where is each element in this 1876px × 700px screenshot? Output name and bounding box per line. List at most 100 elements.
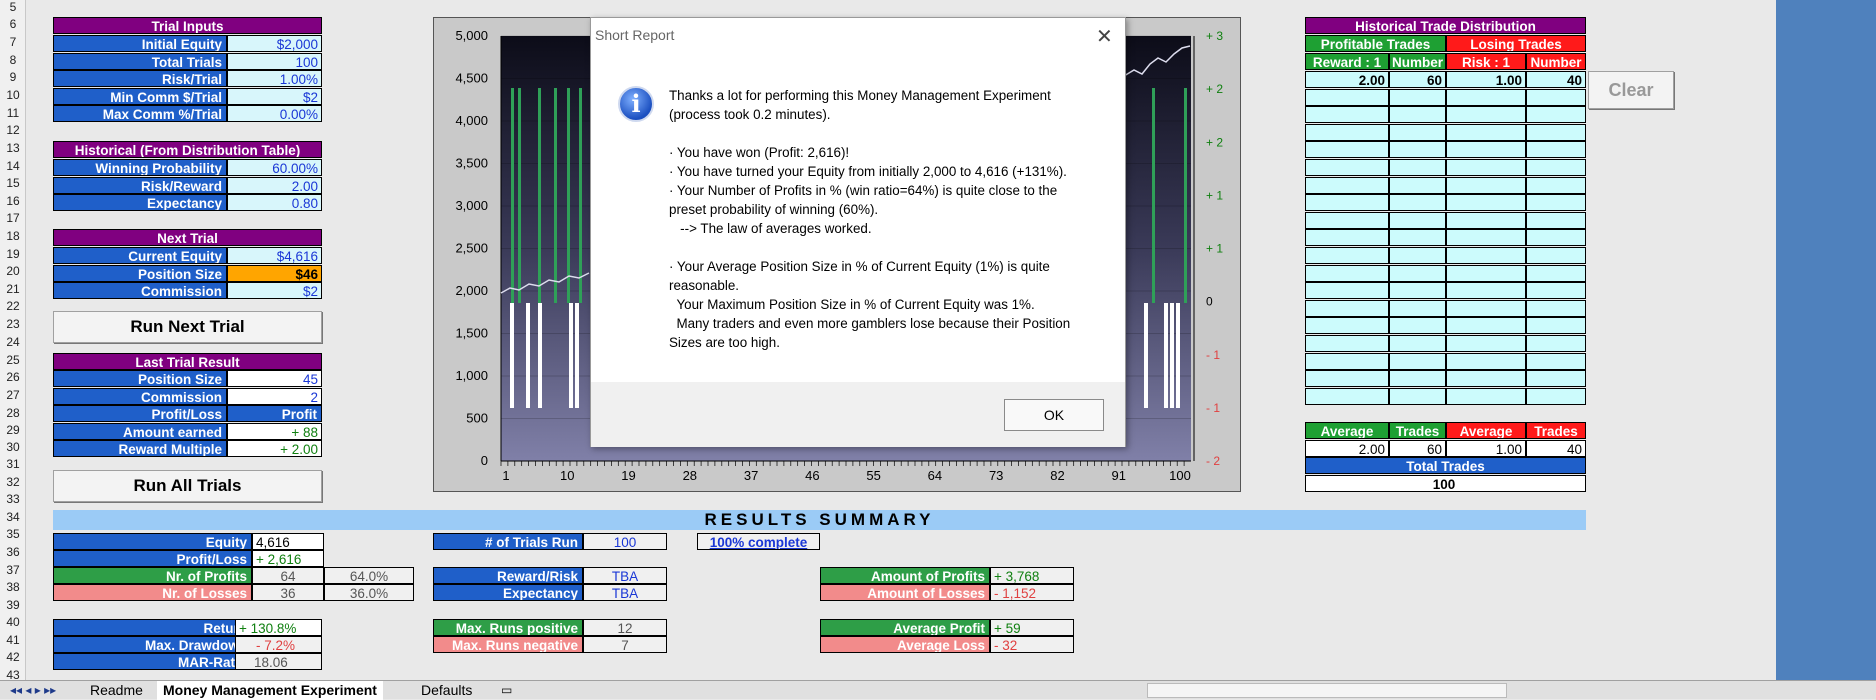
distribution-cell[interactable]: [1305, 106, 1389, 124]
distribution-cell[interactable]: [1389, 387, 1446, 405]
distribution-cell[interactable]: [1446, 387, 1526, 405]
trial-input-value[interactable]: $2: [227, 87, 322, 105]
distribution-cell[interactable]: [1389, 352, 1446, 370]
distribution-cell[interactable]: [1526, 264, 1586, 282]
distribution-cell[interactable]: [1526, 370, 1586, 388]
next-trial-value[interactable]: $2: [227, 282, 322, 300]
distribution-cell[interactable]: [1389, 141, 1446, 159]
distribution-cell[interactable]: [1389, 317, 1446, 335]
distribution-cell[interactable]: [1389, 211, 1446, 229]
distribution-cell[interactable]: [1305, 211, 1389, 229]
close-icon[interactable]: ✕: [1096, 24, 1113, 49]
historical-value[interactable]: 2.00: [227, 176, 322, 194]
distribution-cell[interactable]: [1526, 88, 1586, 106]
distribution-cell[interactable]: [1446, 176, 1526, 194]
distribution-cell[interactable]: [1526, 335, 1586, 352]
distribution-cell[interactable]: [1526, 159, 1586, 176]
historical-value[interactable]: 60.00%: [227, 159, 322, 176]
distribution-cell[interactable]: [1446, 141, 1526, 159]
distribution-cell[interactable]: [1526, 211, 1586, 229]
distribution-cell[interactable]: 40: [1526, 71, 1586, 88]
new-sheet-icon[interactable]: ▭: [495, 681, 518, 700]
distribution-cell[interactable]: [1526, 141, 1586, 159]
distribution-cell[interactable]: [1389, 264, 1446, 282]
distribution-cell[interactable]: [1305, 141, 1389, 159]
distribution-cell[interactable]: [1526, 387, 1586, 405]
distribution-cell[interactable]: [1305, 352, 1389, 370]
distribution-cell[interactable]: [1446, 299, 1526, 317]
tab-nav-arrows-icon[interactable]: ◂◂ ◂ ▸ ▸▸: [4, 681, 62, 700]
distribution-cell[interactable]: [1389, 176, 1446, 194]
distribution-cell[interactable]: [1446, 229, 1526, 247]
distribution-cell[interactable]: 60: [1389, 71, 1446, 88]
distribution-cell[interactable]: [1526, 282, 1586, 300]
distribution-cell[interactable]: [1446, 370, 1526, 388]
run-all-trials-button[interactable]: Run All Trials: [53, 470, 322, 502]
trial-input-value[interactable]: 100: [227, 52, 322, 70]
distribution-cell[interactable]: [1446, 211, 1526, 229]
historical-value[interactable]: 0.80: [227, 194, 322, 212]
next-trial-value[interactable]: $4,616: [227, 247, 322, 264]
distribution-cell[interactable]: [1446, 317, 1526, 335]
distribution-cell[interactable]: [1305, 88, 1389, 106]
trial-input-value[interactable]: 1.00%: [227, 70, 322, 88]
tab-defaults[interactable]: Defaults: [415, 681, 478, 700]
distribution-cell[interactable]: [1305, 370, 1389, 388]
distribution-cell[interactable]: [1389, 194, 1446, 212]
distribution-cell[interactable]: [1526, 194, 1586, 212]
trial-input-value[interactable]: $2,000: [227, 35, 322, 52]
distribution-cell[interactable]: [1305, 282, 1389, 300]
trials-complete-link[interactable]: 100% complete: [697, 533, 820, 550]
tab-money-management-experiment[interactable]: Money Management Experiment: [157, 681, 383, 700]
distribution-cell[interactable]: [1389, 159, 1446, 176]
distribution-cell[interactable]: [1389, 123, 1446, 141]
distribution-cell[interactable]: [1305, 335, 1389, 352]
distribution-cell[interactable]: [1446, 159, 1526, 176]
distribution-cell[interactable]: [1305, 317, 1389, 335]
trial-input-value[interactable]: 0.00%: [227, 105, 322, 123]
run-next-trial-button[interactable]: Run Next Trial: [53, 311, 322, 343]
distribution-cell[interactable]: [1446, 247, 1526, 264]
distribution-cell[interactable]: [1526, 317, 1586, 335]
distribution-cell[interactable]: [1526, 352, 1586, 370]
distribution-cell[interactable]: [1526, 247, 1586, 264]
distribution-cell[interactable]: [1526, 106, 1586, 124]
horizontal-scrollbar[interactable]: [1147, 683, 1507, 698]
distribution-cell[interactable]: [1305, 264, 1389, 282]
distribution-cell[interactable]: [1446, 106, 1526, 124]
distribution-cell[interactable]: [1305, 247, 1389, 264]
distribution-cell[interactable]: [1389, 88, 1446, 106]
distribution-cell[interactable]: [1446, 352, 1526, 370]
distribution-cell[interactable]: [1446, 335, 1526, 352]
distribution-cell[interactable]: [1305, 229, 1389, 247]
ok-button[interactable]: OK: [1004, 399, 1104, 431]
distribution-cell[interactable]: [1305, 176, 1389, 194]
distribution-cell[interactable]: [1526, 299, 1586, 317]
distribution-cell[interactable]: [1526, 176, 1586, 194]
distribution-cell[interactable]: [1446, 123, 1526, 141]
next-trial-value[interactable]: $46: [227, 264, 322, 282]
tab-readme[interactable]: Readme: [84, 681, 149, 700]
distribution-cell[interactable]: [1305, 194, 1389, 212]
distribution-cell[interactable]: [1305, 387, 1389, 405]
distribution-cell[interactable]: 2.00: [1305, 71, 1389, 88]
distribution-cell[interactable]: [1389, 229, 1446, 247]
distribution-cell[interactable]: [1389, 282, 1446, 300]
distribution-cell[interactable]: [1526, 229, 1586, 247]
distribution-cell[interactable]: [1305, 299, 1389, 317]
distribution-cell[interactable]: [1446, 194, 1526, 212]
distribution-cell[interactable]: 1.00: [1446, 71, 1526, 88]
distribution-cell[interactable]: [1446, 264, 1526, 282]
distribution-cell[interactable]: [1305, 123, 1389, 141]
distribution-cell[interactable]: [1389, 299, 1446, 317]
distribution-cell[interactable]: [1389, 247, 1446, 264]
distribution-cell[interactable]: [1389, 335, 1446, 352]
distribution-cell[interactable]: [1305, 159, 1389, 176]
distribution-cell[interactable]: [1389, 370, 1446, 388]
trial-inputs-header: Trial Inputs: [53, 17, 322, 34]
clear-button[interactable]: Clear: [1588, 71, 1674, 109]
distribution-cell[interactable]: [1526, 123, 1586, 141]
distribution-cell[interactable]: [1389, 106, 1446, 124]
distribution-cell[interactable]: [1446, 88, 1526, 106]
distribution-cell[interactable]: [1446, 282, 1526, 300]
